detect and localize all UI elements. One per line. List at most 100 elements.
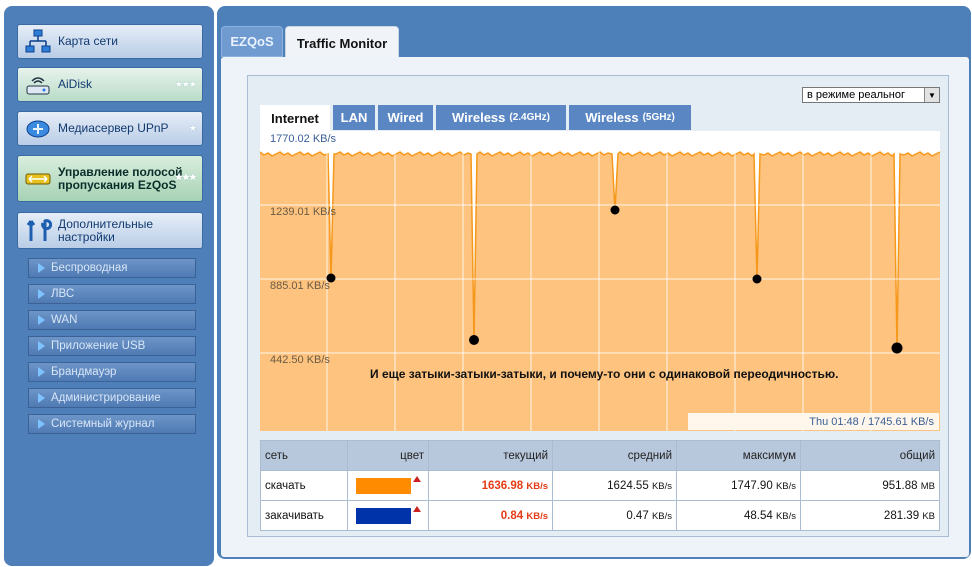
wrench-icon	[18, 217, 58, 245]
download-area	[260, 152, 940, 431]
tab-label: Wireless	[585, 110, 639, 125]
sidebar-subitem-system-log[interactable]: Системный журнал	[28, 414, 196, 434]
sidebar-item-label: Дополнительные настройки	[58, 216, 153, 244]
y-label-2: 1239.01 KB/s	[270, 206, 337, 218]
dip-marker	[610, 205, 620, 215]
current-unit: KB/s	[526, 510, 548, 522]
tab-wireless-5[interactable]: Wireless (5GHz)	[569, 105, 691, 130]
dip-marker	[326, 273, 336, 283]
col-header-max: максимум	[676, 440, 801, 471]
tab-label: LAN	[340, 110, 368, 125]
row-total: 281.39 KB	[800, 500, 940, 531]
tab-suffix: (5GHz)	[642, 112, 675, 123]
arrow-right-icon	[38, 341, 45, 351]
sidebar-subitem-wan[interactable]: WAN	[28, 310, 196, 330]
sidebar-subitem-wireless[interactable]: Беспроводная	[28, 258, 196, 278]
row-color[interactable]	[347, 470, 429, 501]
tab-lan[interactable]: LAN	[333, 105, 375, 130]
stars-icon: ★★★	[174, 79, 197, 89]
dip-marker	[891, 342, 903, 354]
row-total: 951.88 MB	[800, 470, 940, 501]
sidebar-item-media-server[interactable]: Медиасервер UPnP ★	[17, 111, 203, 146]
average-unit: KB/s	[651, 510, 672, 522]
col-header-average: средний	[552, 440, 677, 471]
average-value: 0.47	[626, 509, 649, 522]
ezqos-icon	[18, 166, 58, 192]
triangle-up-icon	[412, 475, 421, 482]
sidebar-item-advanced[interactable]: Дополнительные настройки	[17, 212, 203, 249]
tab-traffic-monitor[interactable]: Traffic Monitor	[285, 26, 399, 59]
sidebar-subitem-label: Брандмауэр	[51, 366, 117, 378]
row-average: 0.47 KB/s	[552, 500, 677, 531]
max-value: 48.54	[743, 509, 773, 522]
upload-color-swatch[interactable]	[355, 507, 411, 524]
sidebar-subitem-label: Беспроводная	[51, 262, 128, 274]
mode-select-value: в режиме реальног	[807, 89, 905, 101]
sidebar-subitem-label: ЛВС	[51, 288, 75, 300]
current-value: 1636.98	[481, 479, 524, 492]
sidebar-item-aidisk[interactable]: AiDisk ★★★	[17, 67, 203, 102]
mode-select[interactable]: в режиме реальног ▼	[802, 87, 940, 103]
dip-marker	[752, 274, 762, 284]
aidisk-icon	[18, 72, 58, 98]
current-unit: KB/s	[526, 480, 548, 492]
max-unit: KB/s	[775, 480, 796, 492]
stars-icon: ★★★	[174, 172, 197, 182]
triangle-up-icon	[412, 505, 421, 512]
dip-marker	[469, 335, 479, 345]
tab-label: Wired	[387, 110, 424, 125]
sidebar: Карта сети AiDisk ★★★ Медиасервер UPnP ★…	[4, 6, 214, 566]
arrow-right-icon	[38, 263, 45, 273]
table-row: закачивать 0.84 KB/s 0.47 KB/s 48.54 KB/…	[260, 500, 940, 531]
tab-suffix: (2.4GHz)	[509, 112, 550, 123]
sidebar-subitem-lan[interactable]: ЛВС	[28, 284, 196, 304]
content-area: в режиме реальног ▼ Internet LAN Wired W…	[221, 57, 969, 557]
row-average: 1624.55 KB/s	[552, 470, 677, 501]
sidebar-subitem-usb-app[interactable]: Приложение USB	[28, 336, 196, 356]
traffic-graph: 1770.02 KB/s 1239.01 KB/s 885.01 KB/s 44…	[259, 131, 941, 431]
tab-wireless-24[interactable]: Wireless (2.4GHz)	[436, 105, 566, 130]
total-value: 281.39	[883, 509, 920, 522]
average-value: 1624.55	[607, 479, 649, 492]
y-label-4: 442.50 KB/s	[270, 354, 330, 366]
max-value: 1747.90	[731, 479, 773, 492]
arrow-right-icon	[38, 393, 45, 403]
sidebar-subitem-administration[interactable]: Администрирование	[28, 388, 196, 408]
row-color[interactable]	[347, 500, 429, 531]
max-unit: KB/s	[775, 510, 796, 522]
tab-ezqos[interactable]: EZQoS	[221, 26, 283, 57]
sidebar-item-label: Медиасервер UPnP	[58, 121, 169, 135]
sidebar-subitem-label: Системный журнал	[51, 418, 155, 430]
arrow-right-icon	[38, 419, 45, 429]
media-server-icon	[18, 116, 58, 142]
stats-header-row: сеть цвет текущий средний максимум общий	[260, 440, 940, 471]
arrow-right-icon	[38, 315, 45, 325]
sidebar-subitem-label: Приложение USB	[51, 340, 146, 352]
sidebar-item-network-map[interactable]: Карта сети	[17, 24, 203, 59]
graph-annotation: И еще затыки-затыки-затыки, и почему-то …	[370, 367, 838, 381]
network-map-icon	[18, 29, 58, 55]
y-label-3: 885.01 KB/s	[270, 280, 330, 292]
table-row: скачать 1636.98 KB/s 1624.55 KB/s 1747.9…	[260, 470, 940, 501]
col-header-color: цвет	[347, 440, 429, 471]
row-current: 0.84 KB/s	[428, 500, 553, 531]
total-unit: KB	[922, 510, 935, 522]
stars-icon: ★	[188, 123, 197, 133]
stats-table: сеть цвет текущий средний максимум общий…	[260, 440, 940, 531]
col-header-total: общий	[800, 440, 940, 471]
row-name: скачать	[260, 470, 348, 501]
sidebar-subitem-firewall[interactable]: Брандмауэр	[28, 362, 196, 382]
main-panel: EZQoS Traffic Monitor в режиме реальног …	[217, 6, 971, 559]
average-unit: KB/s	[651, 480, 672, 492]
y-label-max: 1770.02 KB/s	[270, 133, 337, 145]
arrow-right-icon	[38, 289, 45, 299]
sidebar-item-label: AiDisk	[58, 77, 93, 91]
graph-tooltip: Thu 01:48 / 1745.61 KB/s	[809, 416, 934, 428]
chevron-down-icon: ▼	[924, 88, 939, 102]
total-unit: MB	[920, 480, 935, 492]
row-name: закачивать	[260, 500, 348, 531]
tab-internet[interactable]: Internet	[260, 105, 330, 131]
sidebar-item-ezqos[interactable]: Управление полосой пропускания EzQoS ★★★	[17, 155, 203, 202]
download-color-swatch[interactable]	[355, 477, 411, 494]
tab-wired[interactable]: Wired	[378, 105, 433, 130]
